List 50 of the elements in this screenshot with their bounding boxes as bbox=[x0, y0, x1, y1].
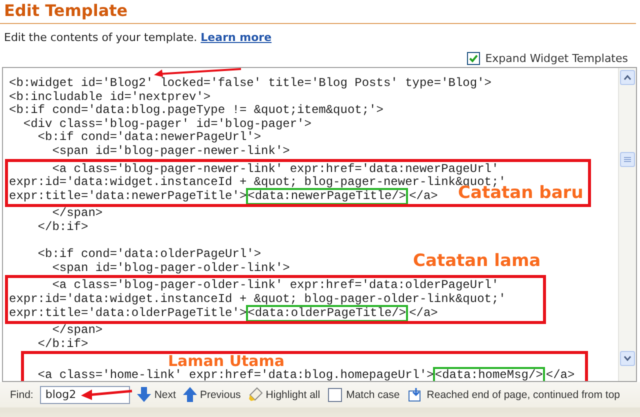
code-line: <span id='blog-pager-older-link'> bbox=[51, 262, 290, 276]
callout-label: Laman Utama bbox=[168, 354, 285, 370]
caret-down-icon bbox=[624, 356, 631, 361]
wrap-around-icon bbox=[408, 388, 423, 402]
code-line: <b:if cond='data:blog.pageType != &quot;item&quot;'> bbox=[9, 104, 384, 118]
code-line: </a> bbox=[409, 306, 438, 320]
code-line: <a class='blog-pager-older-link' expr:href='data:olderPageUrl' bbox=[51, 279, 499, 293]
code-line: <div class='blog-pager' id='blog-pager'> bbox=[22, 118, 312, 131]
code-line: </a> bbox=[546, 368, 575, 381]
up-arrow-icon bbox=[182, 387, 197, 402]
next-button[interactable]: Next bbox=[137, 387, 176, 402]
check-icon bbox=[469, 54, 478, 63]
scroll-up-button[interactable] bbox=[620, 70, 635, 85]
code-line: </a> bbox=[409, 190, 438, 204]
grip-icon bbox=[624, 156, 631, 163]
checkbox-label: Expand Widget Templates bbox=[485, 52, 628, 65]
page-title: Edit Template bbox=[4, 1, 128, 20]
code-line: </span> bbox=[51, 207, 103, 221]
find-label: Find: bbox=[10, 388, 34, 400]
code-line: <b:includable id='nextprev'> bbox=[9, 90, 211, 104]
code-line: </b:if> bbox=[36, 220, 88, 235]
code-line: <a class='home-link' expr:href='data:blog.homepageUrl'> bbox=[36, 368, 434, 381]
highlighter-icon bbox=[248, 387, 263, 402]
checkbox-label: Match case bbox=[346, 388, 400, 400]
code-line: <b:widget id='Blog2' locked='false' title='Blog Posts' type='Blog'> bbox=[9, 77, 492, 91]
checkbox[interactable] bbox=[328, 388, 342, 402]
highlight-button[interactable]: Highlight all bbox=[248, 387, 320, 402]
caret-up-icon bbox=[624, 75, 631, 80]
code-line: expr:title='data:newerPageTitle'> bbox=[9, 190, 247, 204]
code-line: </b:if> bbox=[36, 338, 88, 352]
highlighted-code: <data:newerPageTitle/> bbox=[248, 190, 406, 204]
scroll-thumb[interactable] bbox=[620, 152, 635, 167]
highlighted-code: <data:olderPageTitle/> bbox=[248, 306, 406, 320]
code-line: <span id='blog-pager-newer-link'> bbox=[51, 144, 290, 159]
callout-label: Catatan lama bbox=[413, 253, 541, 270]
checkbox[interactable] bbox=[467, 52, 480, 65]
description-text: Edit the contents of your template. Learn more bbox=[4, 31, 273, 44]
learn-more-link[interactable]: Learn more bbox=[200, 31, 272, 44]
code-line: <b:if cond='data:newerPageUrl'> bbox=[36, 131, 262, 145]
down-arrow-icon bbox=[137, 387, 152, 402]
code-line: <b:if cond='data:olderPageUrl'> bbox=[36, 248, 262, 262]
status-text: Reached end of page, continued from top bbox=[426, 388, 620, 400]
code-line: expr:title='data:olderPageTitle'> bbox=[9, 306, 247, 320]
code-line: </span> bbox=[51, 324, 103, 338]
scroll-down-button[interactable] bbox=[620, 351, 635, 366]
previous-button[interactable]: Previous bbox=[182, 387, 241, 402]
code-line: expr:id='data:widget.instanceId + &quot; blog-pager-older-link&quot;' bbox=[9, 292, 506, 306]
highlighted-code: <data:homeMsg/> bbox=[434, 368, 543, 381]
find-field[interactable]: blog2 bbox=[40, 386, 130, 404]
code-line: <a class='blog-pager-newer-link' expr:href='data:newerPageUrl' bbox=[51, 162, 499, 176]
